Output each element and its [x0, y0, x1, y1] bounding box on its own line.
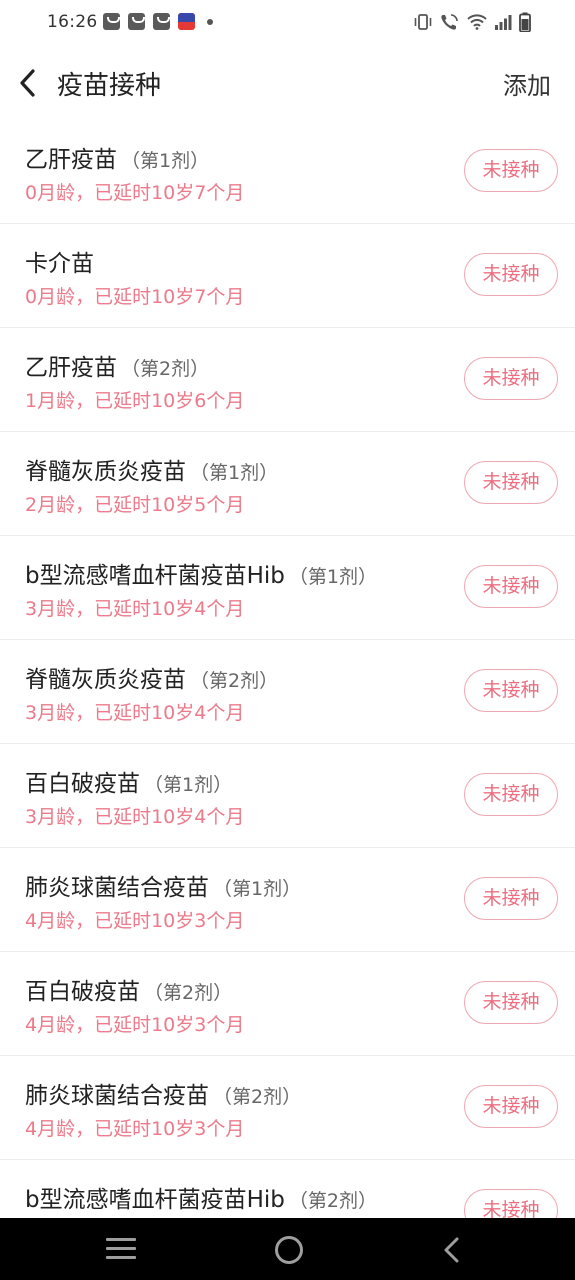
app-header: 疫苗接种 添加: [0, 46, 575, 120]
not-vaccinated-button[interactable]: 未接种: [464, 669, 558, 712]
vaccine-age-status: 3月龄，已延时10岁4个月: [25, 598, 245, 620]
vaccine-dose: （第1剂）: [213, 878, 302, 900]
vaccine-name-row: 卡介苗: [25, 244, 98, 278]
wifi-icon: [467, 14, 487, 30]
battery-icon: [519, 12, 531, 32]
vaccine-age-status: 4月龄，已延时10岁3个月: [25, 1014, 245, 1036]
vaccine-name: 肺炎球菌结合疫苗: [25, 1083, 209, 1109]
chevron-left-icon: [20, 69, 35, 97]
vaccine-age-status: 2月龄，已延时10岁5个月: [25, 494, 245, 516]
notification-icons: [103, 13, 213, 30]
status-bar: 16:26: [0, 0, 575, 46]
nav-back-button[interactable]: [440, 1235, 464, 1265]
not-vaccinated-button[interactable]: 未接种: [464, 149, 558, 192]
not-vaccinated-button[interactable]: 未接种: [464, 773, 558, 816]
signal-icon: [495, 15, 512, 30]
not-vaccinated-button[interactable]: 未接种: [464, 461, 558, 504]
not-vaccinated-button[interactable]: 未接种: [464, 1085, 558, 1128]
vaccine-name-row: 脊髓灰质炎疫苗 （第2剂）: [25, 660, 278, 694]
vaccine-age-status: 1月龄，已延时10岁6个月: [25, 390, 245, 412]
not-vaccinated-button[interactable]: 未接种: [464, 877, 558, 920]
app-notification-icon: [178, 13, 195, 30]
not-vaccinated-button[interactable]: 未接种: [464, 357, 558, 400]
system-status-icons: [413, 12, 531, 32]
vaccine-name-row: 肺炎球菌结合疫苗 （第2剂）: [25, 1076, 301, 1110]
shopping-bag-icon: [103, 13, 120, 30]
more-notifications-dot-icon: [207, 18, 213, 25]
vaccine-dose: （第1剂）: [190, 462, 279, 484]
vaccine-name: 百白破疫苗: [25, 771, 140, 797]
vaccine-name: b型流感嗜血杆菌疫苗Hib: [25, 1187, 285, 1213]
vaccine-list-item[interactable]: 百白破疫苗 （第1剂） 3月龄，已延时10岁4个月 未接种: [0, 744, 575, 848]
vaccine-list-item[interactable]: b型流感嗜血杆菌疫苗Hib （第2剂） 未接种: [0, 1160, 575, 1218]
vaccine-name-row: b型流感嗜血杆菌疫苗Hib （第2剂）: [25, 1180, 377, 1214]
vaccine-name: 百白破疫苗: [25, 979, 140, 1005]
shopping-bag-icon: [128, 13, 145, 30]
vaccine-name: 卡介苗: [25, 251, 94, 277]
vaccine-age-status: 0月龄，已延时10岁7个月: [25, 182, 245, 204]
vaccine-name-row: 乙肝疫苗 （第2剂）: [25, 348, 209, 382]
vaccine-list-item[interactable]: b型流感嗜血杆菌疫苗Hib （第1剂） 3月龄，已延时10岁4个月 未接种: [0, 536, 575, 640]
vaccine-name: 脊髓灰质炎疫苗: [25, 667, 186, 693]
vaccine-list-item[interactable]: 乙肝疫苗 （第2剂） 1月龄，已延时10岁6个月 未接种: [0, 328, 575, 432]
vaccine-age-status: 0月龄，已延时10岁7个月: [25, 286, 245, 308]
page-title: 疫苗接种: [57, 71, 162, 101]
add-button[interactable]: 添加: [503, 66, 551, 101]
wifi-calling-icon: [441, 14, 458, 30]
vaccine-dose: （第2剂）: [288, 1190, 377, 1212]
vaccine-list-item[interactable]: 百白破疫苗 （第2剂） 4月龄，已延时10岁3个月 未接种: [0, 952, 575, 1056]
vaccine-name: 乙肝疫苗: [25, 355, 117, 381]
not-vaccinated-button[interactable]: 未接种: [464, 981, 558, 1024]
vaccine-dose: （第1剂）: [121, 150, 210, 172]
vaccine-list-item[interactable]: 脊髓灰质炎疫苗 （第1剂） 2月龄，已延时10岁5个月 未接种: [0, 432, 575, 536]
vaccine-age-status: 3月龄，已延时10岁4个月: [25, 702, 245, 724]
not-vaccinated-button[interactable]: 未接种: [464, 253, 558, 296]
vibrate-icon: [414, 14, 432, 30]
vaccine-name-row: 脊髓灰质炎疫苗 （第1剂）: [25, 452, 278, 486]
status-time: 16:26: [47, 12, 98, 32]
vaccine-dose: （第1剂）: [288, 566, 377, 588]
not-vaccinated-button[interactable]: 未接种: [464, 565, 558, 608]
system-navigation-bar: [0, 1218, 575, 1280]
vaccine-dose: （第2剂）: [144, 982, 233, 1004]
shopping-bag-icon: [153, 13, 170, 30]
vaccine-dose: （第2剂）: [213, 1086, 302, 1108]
vaccine-list-item[interactable]: 肺炎球菌结合疫苗 （第1剂） 4月龄，已延时10岁3个月 未接种: [0, 848, 575, 952]
vaccine-dose: （第2剂）: [121, 358, 210, 380]
back-button[interactable]: [14, 66, 44, 100]
vaccine-name: b型流感嗜血杆菌疫苗Hib: [25, 563, 285, 589]
vaccine-name: 肺炎球菌结合疫苗: [25, 875, 209, 901]
vaccine-list-item[interactable]: 乙肝疫苗 （第1剂） 0月龄，已延时10岁7个月 未接种: [0, 120, 575, 224]
vaccine-name: 脊髓灰质炎疫苗: [25, 459, 186, 485]
vaccine-list-item[interactable]: 脊髓灰质炎疫苗 （第2剂） 3月龄，已延时10岁4个月 未接种: [0, 640, 575, 744]
vaccine-dose: （第1剂）: [144, 774, 233, 796]
menu-line: [106, 1247, 136, 1250]
vaccine-name-row: b型流感嗜血杆菌疫苗Hib （第1剂）: [25, 556, 377, 590]
vaccine-list-item[interactable]: 肺炎球菌结合疫苗 （第2剂） 4月龄，已延时10岁3个月 未接种: [0, 1056, 575, 1160]
menu-icon[interactable]: [106, 1238, 136, 1260]
vaccine-name-row: 百白破疫苗 （第2剂）: [25, 972, 232, 1006]
vaccine-name-row: 乙肝疫苗 （第1剂）: [25, 140, 209, 174]
vaccine-dose: （第2剂）: [190, 670, 279, 692]
vaccine-list-item[interactable]: 卡介苗 0月龄，已延时10岁7个月 未接种: [0, 224, 575, 328]
vaccine-age-status: 4月龄，已延时10岁3个月: [25, 1118, 245, 1140]
vaccine-name: 乙肝疫苗: [25, 147, 117, 173]
vaccine-age-status: 4月龄，已延时10岁3个月: [25, 910, 245, 932]
vaccine-name-row: 肺炎球菌结合疫苗 （第1剂）: [25, 868, 301, 902]
home-circle-icon[interactable]: [275, 1236, 303, 1264]
menu-line: [106, 1256, 136, 1259]
vaccine-list: 乙肝疫苗 （第1剂） 0月龄，已延时10岁7个月 未接种 卡介苗 0月龄，已延时1…: [0, 120, 575, 1218]
vaccine-name-row: 百白破疫苗 （第1剂）: [25, 764, 232, 798]
not-vaccinated-button[interactable]: 未接种: [464, 1189, 558, 1218]
chevron-left-icon: [444, 1237, 459, 1263]
menu-line: [106, 1238, 136, 1241]
vaccine-age-status: 3月龄，已延时10岁4个月: [25, 806, 245, 828]
